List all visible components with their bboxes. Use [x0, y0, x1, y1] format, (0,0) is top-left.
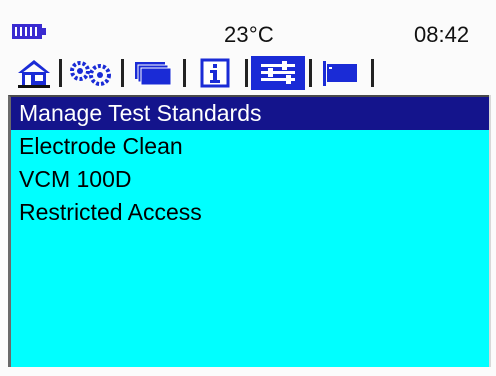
device-screen: 23°C 08:42 Manage Test Standards Electro… — [0, 0, 496, 376]
tab-settings[interactable] — [65, 56, 117, 90]
tab-divider — [371, 59, 374, 87]
home-icon — [18, 60, 50, 88]
tab-files[interactable] — [127, 56, 179, 90]
battery-full-icon — [12, 24, 46, 39]
menu-panel: Manage Test Standards Electrode Clean VC… — [8, 95, 490, 367]
tab-home[interactable] — [12, 56, 56, 90]
tab-divider — [121, 59, 124, 87]
clock: 08:42 — [414, 22, 470, 47]
tab-divider — [245, 59, 248, 87]
menu-item-vcm-100d[interactable]: VCM 100D — [11, 163, 490, 196]
info-icon — [200, 58, 230, 88]
menu-item-manage-test-standards[interactable]: Manage Test Standards — [11, 97, 490, 130]
menu-item-electrode-clean[interactable]: Electrode Clean — [11, 130, 490, 163]
sliders-icon — [261, 61, 295, 84]
status-bar: 23°C 08:42 — [0, 0, 496, 54]
tab-divider — [309, 59, 312, 87]
tab-divider — [59, 59, 62, 87]
temperature-readout: 23°C — [224, 22, 274, 47]
tab-adjust[interactable] — [251, 56, 305, 90]
tab-strip — [12, 56, 412, 92]
folders-icon — [135, 62, 172, 86]
panel-edge — [489, 95, 491, 367]
menu-item-restricted-access[interactable]: Restricted Access — [11, 196, 490, 229]
tab-divider — [183, 59, 186, 87]
gears-icon — [70, 61, 111, 86]
tab-flag[interactable] — [315, 56, 367, 90]
tab-info[interactable] — [189, 56, 241, 90]
flag-icon — [323, 61, 357, 86]
